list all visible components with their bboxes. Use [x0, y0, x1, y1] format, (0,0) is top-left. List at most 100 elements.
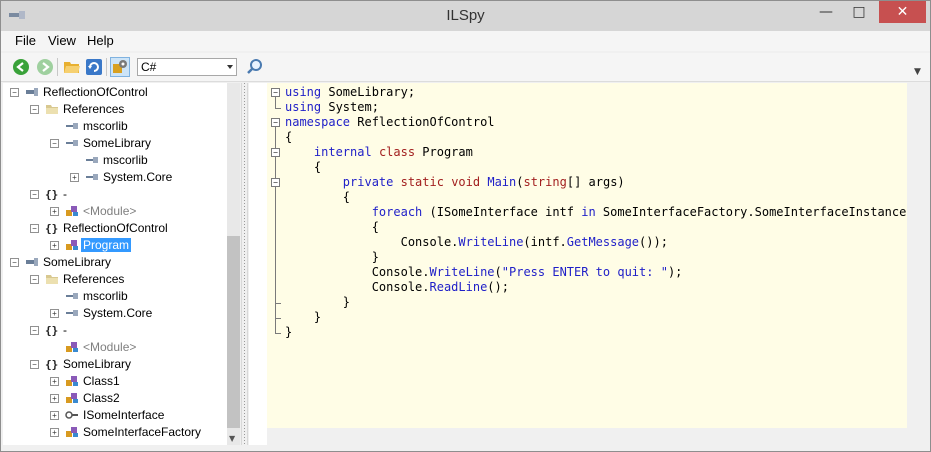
maximize-button[interactable]: □: [844, 1, 874, 23]
assembly-ref-icon: [65, 307, 79, 319]
toolbar-separator: [106, 58, 107, 76]
code-horizontal-scrollbar[interactable]: [267, 428, 907, 445]
fold-collapse-icon[interactable]: −: [271, 178, 280, 187]
menu-file[interactable]: File: [15, 33, 36, 48]
code-line: namespace ReflectionOfControl: [285, 115, 495, 129]
collapse-icon[interactable]: −: [30, 326, 39, 335]
pane-splitter[interactable]: [241, 83, 248, 445]
tree-node[interactable]: mscorlib: [3, 152, 227, 169]
tree-node-label: -: [63, 323, 67, 337]
tree-node-label: References: [63, 102, 125, 116]
tree-node[interactable]: mscorlib: [3, 288, 227, 305]
ilspy-window: ILSpy — □ ✕ File View Help C# ▼ − Reflect…: [0, 0, 931, 452]
class-icon: [65, 239, 79, 251]
assembly-icon: [25, 256, 39, 268]
forward-icon[interactable]: [36, 58, 54, 76]
expand-icon[interactable]: +: [50, 309, 59, 318]
tree-node[interactable]: + Class1: [3, 373, 227, 390]
tree-scrollbar[interactable]: ▼: [227, 83, 240, 445]
close-button[interactable]: ✕: [879, 1, 926, 23]
tree-node[interactable]: − SomeLibrary: [3, 135, 227, 152]
namespace-icon: {}: [45, 358, 59, 371]
back-icon[interactable]: [12, 58, 30, 76]
language-select[interactable]: C#: [137, 58, 237, 76]
tree-node[interactable]: − References: [3, 101, 227, 118]
code-line: using SomeLibrary;: [285, 85, 416, 99]
fold-collapse-icon[interactable]: −: [271, 118, 280, 127]
code-line: {: [285, 160, 322, 174]
tree-scrollbar-thumb[interactable]: [227, 236, 240, 428]
interface-icon: [65, 409, 79, 421]
tree-node[interactable]: − ReflectionOfControl: [3, 84, 227, 101]
expand-icon[interactable]: +: [50, 394, 59, 403]
tree-node[interactable]: + ISomeInterface: [3, 407, 227, 424]
tree-node[interactable]: <Module>: [3, 339, 227, 356]
toolbar-separator: [57, 58, 58, 76]
expand-icon[interactable]: +: [50, 241, 59, 250]
refresh-icon[interactable]: [85, 58, 103, 76]
fold-collapse-icon[interactable]: −: [271, 148, 280, 157]
tree-node-label: Class2: [83, 391, 120, 405]
tree-node[interactable]: + <Module>: [3, 203, 227, 220]
folder-icon: [45, 103, 59, 115]
code-vertical-scrollbar[interactable]: [907, 83, 924, 428]
expand-icon[interactable]: +: [50, 411, 59, 420]
collapse-icon[interactable]: −: [30, 190, 39, 199]
tree-node[interactable]: −{} -: [3, 322, 227, 339]
collapse-icon[interactable]: −: [30, 105, 39, 114]
tree-node-label: mscorlib: [83, 119, 128, 133]
menu-help[interactable]: Help: [87, 33, 114, 48]
fold-end-mark: [275, 333, 281, 334]
tree-node-label: Class1: [83, 374, 120, 388]
tree-node[interactable]: − SomeLibrary: [3, 254, 227, 271]
code-line: {: [285, 220, 379, 234]
decompiled-code-view[interactable]: using SomeLibrary; using System; namespace…: [267, 83, 907, 428]
minimize-button[interactable]: —: [811, 1, 841, 23]
expand-icon[interactable]: +: [70, 173, 79, 182]
tree-node[interactable]: + System.Core: [3, 305, 227, 322]
code-line: foreach (ISomeInterface intf in SomeInte…: [371, 205, 907, 219]
tree-node[interactable]: mscorlib: [3, 118, 227, 135]
tree-node[interactable]: + Program: [3, 237, 227, 254]
tree-node[interactable]: − References: [3, 271, 227, 288]
expand-icon[interactable]: +: [50, 428, 59, 437]
toolbar: C#: [1, 53, 930, 82]
collapse-icon[interactable]: −: [30, 224, 39, 233]
code-line: }: [285, 250, 379, 264]
tree-node[interactable]: −{} SomeLibrary: [3, 356, 227, 373]
expand-icon[interactable]: +: [50, 207, 59, 216]
toolbar-overflow-icon[interactable]: ▼: [914, 67, 921, 77]
assembly-ref-icon: [85, 171, 99, 183]
tree-node[interactable]: −{} -: [3, 186, 227, 203]
window-title: ILSpy: [446, 7, 485, 24]
search-icon[interactable]: [246, 58, 264, 76]
tree-node-label: System.Core: [83, 306, 153, 320]
tree-node-label: SomeLibrary: [63, 357, 132, 371]
collapse-icon[interactable]: −: [30, 275, 39, 284]
tree-node-label: SomeLibrary: [83, 136, 152, 150]
menu-view[interactable]: View: [48, 33, 76, 48]
collapse-icon[interactable]: −: [10, 88, 19, 97]
tree-node-label: mscorlib: [103, 153, 148, 167]
tree-node-label: System.Core: [103, 170, 173, 184]
assembly-tree[interactable]: − ReflectionOfControl − References mscorlib −…: [3, 83, 227, 445]
tree-node[interactable]: + Class2: [3, 390, 227, 407]
show-internals-icon[interactable]: [110, 57, 130, 77]
expand-icon[interactable]: +: [50, 377, 59, 386]
fold-end-mark: [275, 318, 281, 319]
open-icon[interactable]: [63, 58, 81, 76]
tree-node[interactable]: −{} ReflectionOfControl: [3, 220, 227, 237]
collapse-icon[interactable]: −: [10, 258, 19, 267]
tree-node[interactable]: + System.Core: [3, 169, 227, 186]
folder-icon: [45, 273, 59, 285]
title-bar[interactable]: ILSpy — □ ✕: [1, 1, 930, 31]
fold-collapse-icon[interactable]: −: [271, 88, 280, 97]
collapse-icon[interactable]: −: [50, 139, 59, 148]
assembly-ref-icon: [85, 154, 99, 166]
chevron-down-icon: [227, 65, 233, 69]
assembly-ref-icon: [65, 137, 79, 149]
svg-text:{}: {}: [45, 324, 58, 336]
scroll-down-icon[interactable]: ▼: [229, 434, 235, 443]
collapse-icon[interactable]: −: [30, 360, 39, 369]
tree-node[interactable]: + SomeInterfaceFactory: [3, 424, 227, 441]
